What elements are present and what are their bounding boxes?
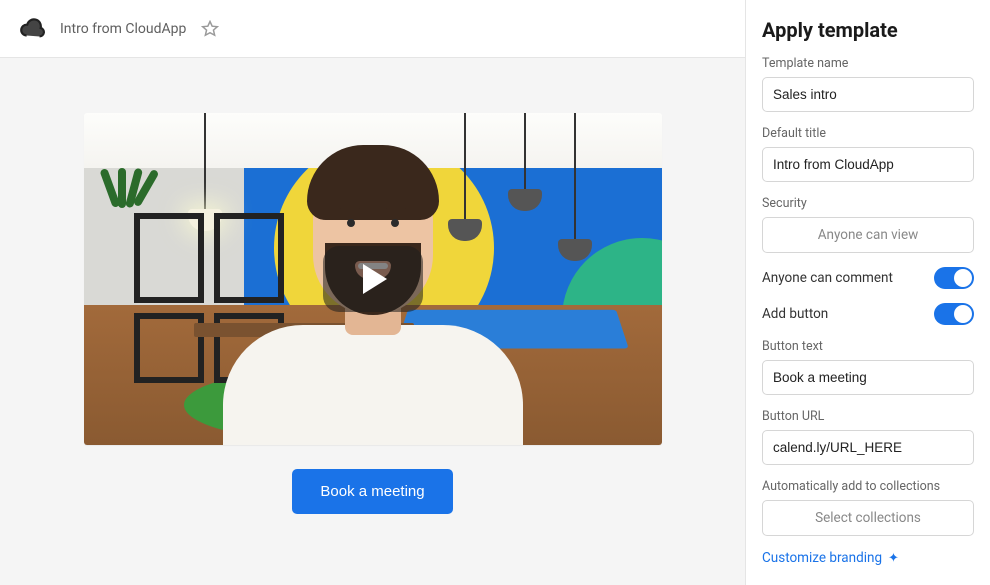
content-area: Book a meeting [0, 58, 745, 585]
default-title-label: Default title [762, 126, 974, 141]
book-meeting-button[interactable]: Book a meeting [292, 469, 452, 514]
sidebar-heading: Apply template [762, 18, 974, 42]
collections-label: Automatically add to collections [762, 479, 974, 494]
security-select[interactable]: Anyone can view [762, 217, 974, 253]
anyone-comment-label: Anyone can comment [762, 270, 893, 286]
button-text-label: Button text [762, 339, 974, 354]
video-preview[interactable] [84, 113, 662, 445]
topbar: Intro from CloudApp [0, 0, 745, 58]
cloud-icon [18, 15, 46, 43]
add-button-toggle[interactable] [934, 303, 974, 325]
sparkle-icon: ✦ [888, 551, 899, 566]
page-title: Intro from CloudApp [60, 21, 186, 37]
template-name-label: Template name [762, 56, 974, 71]
anyone-comment-toggle[interactable] [934, 267, 974, 289]
star-icon[interactable] [200, 19, 220, 39]
button-url-input[interactable] [762, 430, 974, 465]
security-label: Security [762, 196, 974, 211]
customize-branding-link[interactable]: Customize branding [762, 550, 882, 566]
collections-select[interactable]: Select collections [762, 500, 974, 536]
template-name-input[interactable] [762, 77, 974, 112]
main-panel: Intro from CloudApp [0, 0, 745, 585]
play-icon[interactable] [323, 246, 423, 312]
sidebar: Apply template Template name Default tit… [745, 0, 990, 585]
default-title-input[interactable] [762, 147, 974, 182]
add-button-label: Add button [762, 306, 828, 322]
button-url-label: Button URL [762, 409, 974, 424]
button-text-input[interactable] [762, 360, 974, 395]
